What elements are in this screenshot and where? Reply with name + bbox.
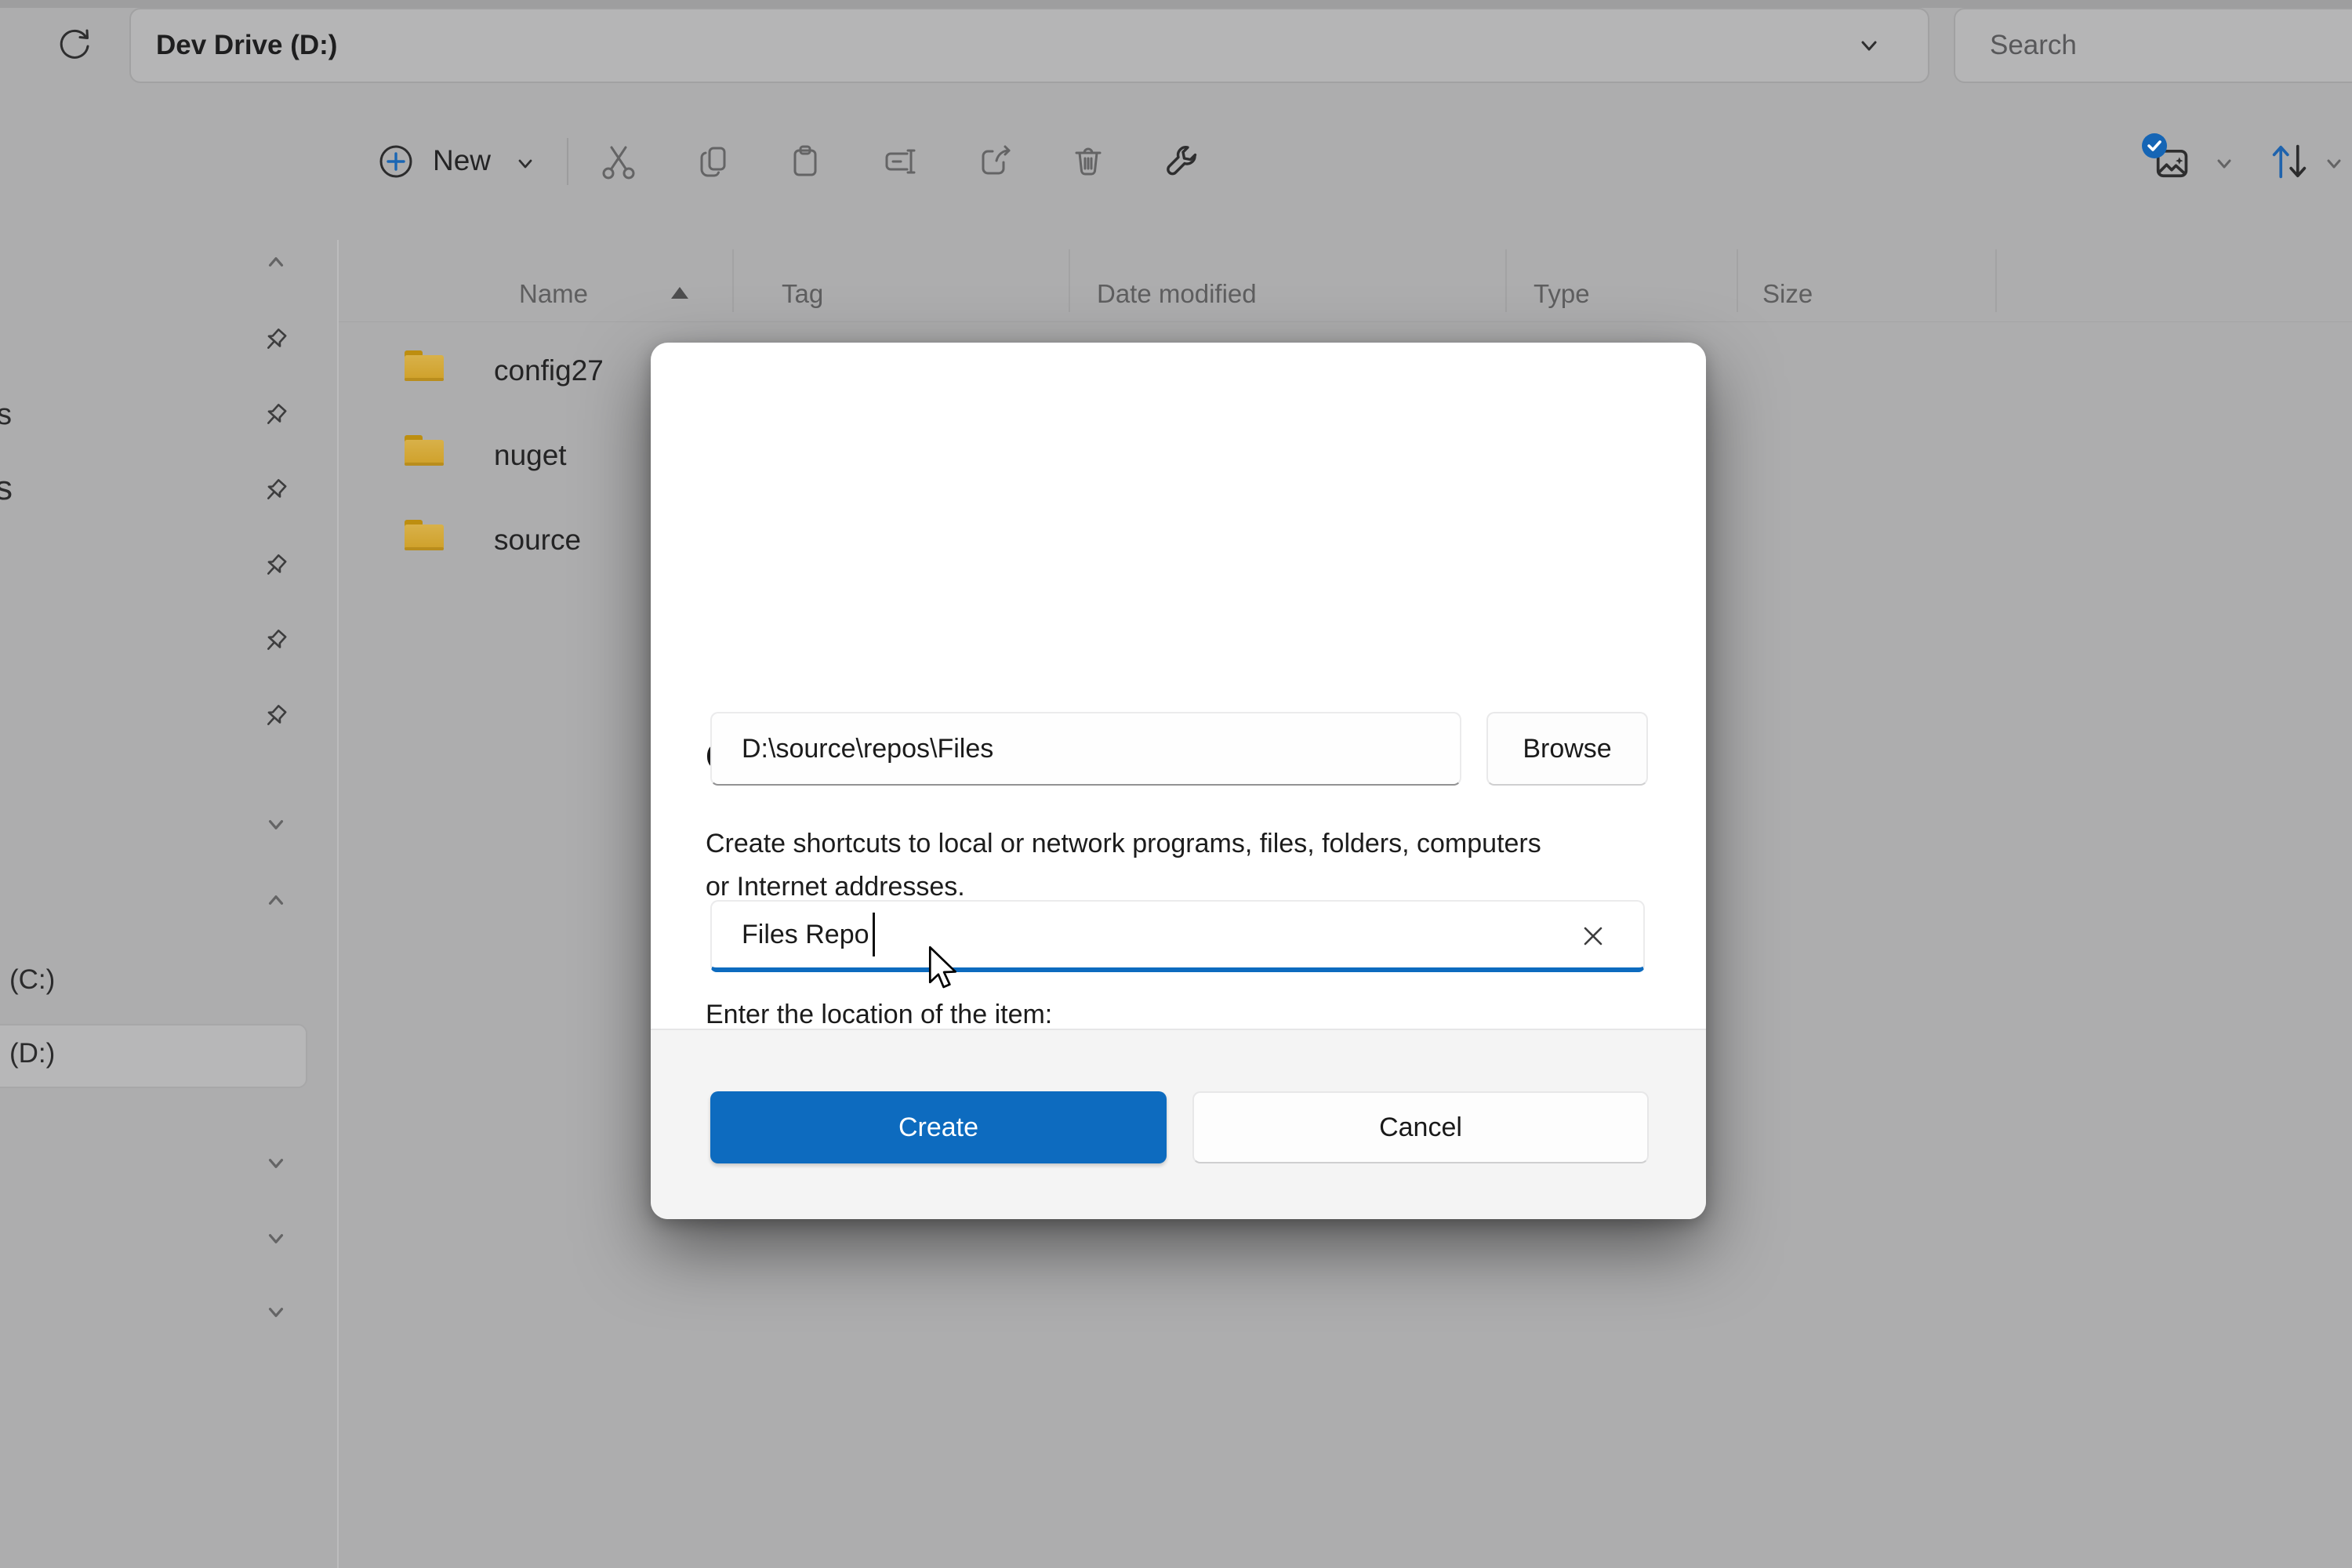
column-header-type[interactable]: Type — [1534, 279, 1590, 309]
mouse-cursor — [927, 946, 960, 991]
pin-icon[interactable] — [260, 550, 291, 582]
column-divider[interactable] — [1737, 249, 1738, 312]
sort-chevron-down-icon[interactable] — [2322, 152, 2346, 176]
share-icon[interactable] — [977, 143, 1014, 180]
refresh-button[interactable] — [55, 27, 93, 64]
sidebar-section-chevron-down[interactable] — [263, 1300, 289, 1325]
location-value: D:\source\repos\Files — [742, 734, 993, 764]
item-name-value: Files Repo — [742, 920, 869, 950]
browse-button-label: Browse — [1523, 734, 1611, 764]
file-row-name[interactable]: nuget — [494, 439, 567, 472]
sidebar-section-chevron-down[interactable] — [263, 1151, 289, 1176]
create-shortcut-dialog: Create a new shortcut Create shortcuts t… — [651, 343, 1706, 1219]
column-divider[interactable] — [1995, 249, 1997, 312]
sort-arrows-icon — [2267, 141, 2311, 182]
file-row-name[interactable]: config27 — [494, 354, 604, 387]
pin-icon[interactable] — [260, 626, 291, 657]
location-label: Enter the location of the item: — [706, 1000, 1052, 1030]
column-divider[interactable] — [1505, 249, 1507, 312]
address-text: Dev Drive (D:) — [156, 30, 337, 61]
selected-check-badge — [2142, 133, 2167, 158]
create-button[interactable]: Create — [710, 1091, 1167, 1163]
column-divider[interactable] — [1069, 249, 1070, 312]
text-caret — [873, 913, 875, 956]
column-header-tag[interactable]: Tag — [782, 279, 823, 309]
files-app-window: Dev Drive (D:) Search New — [0, 0, 2352, 1568]
plus-circle-icon — [378, 143, 414, 180]
column-header-name[interactable]: Name — [519, 279, 588, 309]
location-input[interactable]: D:\source\repos\Files — [710, 712, 1461, 786]
pin-icon[interactable] — [260, 701, 291, 732]
chevron-down-icon[interactable] — [1856, 32, 1882, 59]
clipped-sidebar-label[interactable]: s — [0, 398, 12, 432]
item-name-input[interactable]: Files Repo — [710, 900, 1645, 972]
clear-input-icon[interactable] — [1576, 919, 1610, 953]
delete-icon[interactable] — [1069, 143, 1107, 180]
sidebar-item-drive-d-label: (D:) — [9, 1038, 55, 1069]
column-divider[interactable] — [732, 249, 734, 312]
folder-icon — [403, 348, 445, 383]
header-underline — [339, 321, 2352, 322]
folder-icon — [403, 517, 445, 552]
column-header-date-modified[interactable]: Date modified — [1097, 279, 1257, 309]
window-top-strip — [0, 0, 2352, 8]
paste-icon[interactable] — [786, 143, 824, 180]
sort-button[interactable] — [2267, 141, 2311, 182]
rename-icon[interactable] — [881, 143, 919, 180]
new-chevron-down-icon[interactable] — [514, 152, 537, 176]
create-button-label: Create — [898, 1112, 978, 1143]
browse-button[interactable]: Browse — [1486, 712, 1648, 786]
new-button-label[interactable]: New — [433, 144, 491, 177]
tools-wrench-icon[interactable] — [1163, 143, 1201, 180]
search-placeholder: Search — [1990, 30, 2077, 61]
folder-icon — [403, 433, 445, 467]
sort-ascending-icon — [671, 287, 688, 299]
column-header-size[interactable]: Size — [1762, 279, 1813, 309]
new-button[interactable] — [378, 143, 414, 180]
copy-icon[interactable] — [695, 143, 732, 180]
file-row-name[interactable]: source — [494, 524, 581, 557]
view-chevron-down-icon[interactable] — [2212, 152, 2236, 176]
clipped-sidebar-label[interactable]: s — [0, 469, 13, 508]
sidebar-section-chevron-down[interactable] — [263, 1226, 289, 1251]
toolbar-divider — [567, 138, 568, 185]
dialog-description: Create shortcuts to local or network pro… — [706, 822, 1552, 909]
view-options-button[interactable] — [2151, 143, 2192, 183]
sidebar-section-chevron-up[interactable] — [263, 887, 289, 913]
sidebar-item-drive-c[interactable]: (C:) — [9, 964, 55, 996]
pin-icon[interactable] — [260, 475, 291, 506]
pin-icon[interactable] — [260, 400, 291, 431]
cancel-button-label: Cancel — [1379, 1112, 1462, 1143]
sidebar-section-chevron-down[interactable] — [263, 812, 289, 837]
pin-icon[interactable] — [260, 325, 291, 356]
sidebar-collapse-chevron-up[interactable] — [263, 249, 289, 274]
cut-icon[interactable] — [599, 143, 637, 180]
sidebar-panel-divider — [337, 240, 339, 1568]
cancel-button[interactable]: Cancel — [1192, 1091, 1649, 1163]
address-bar[interactable]: Dev Drive (D:) — [129, 8, 1929, 83]
search-input[interactable]: Search — [1954, 8, 2352, 83]
